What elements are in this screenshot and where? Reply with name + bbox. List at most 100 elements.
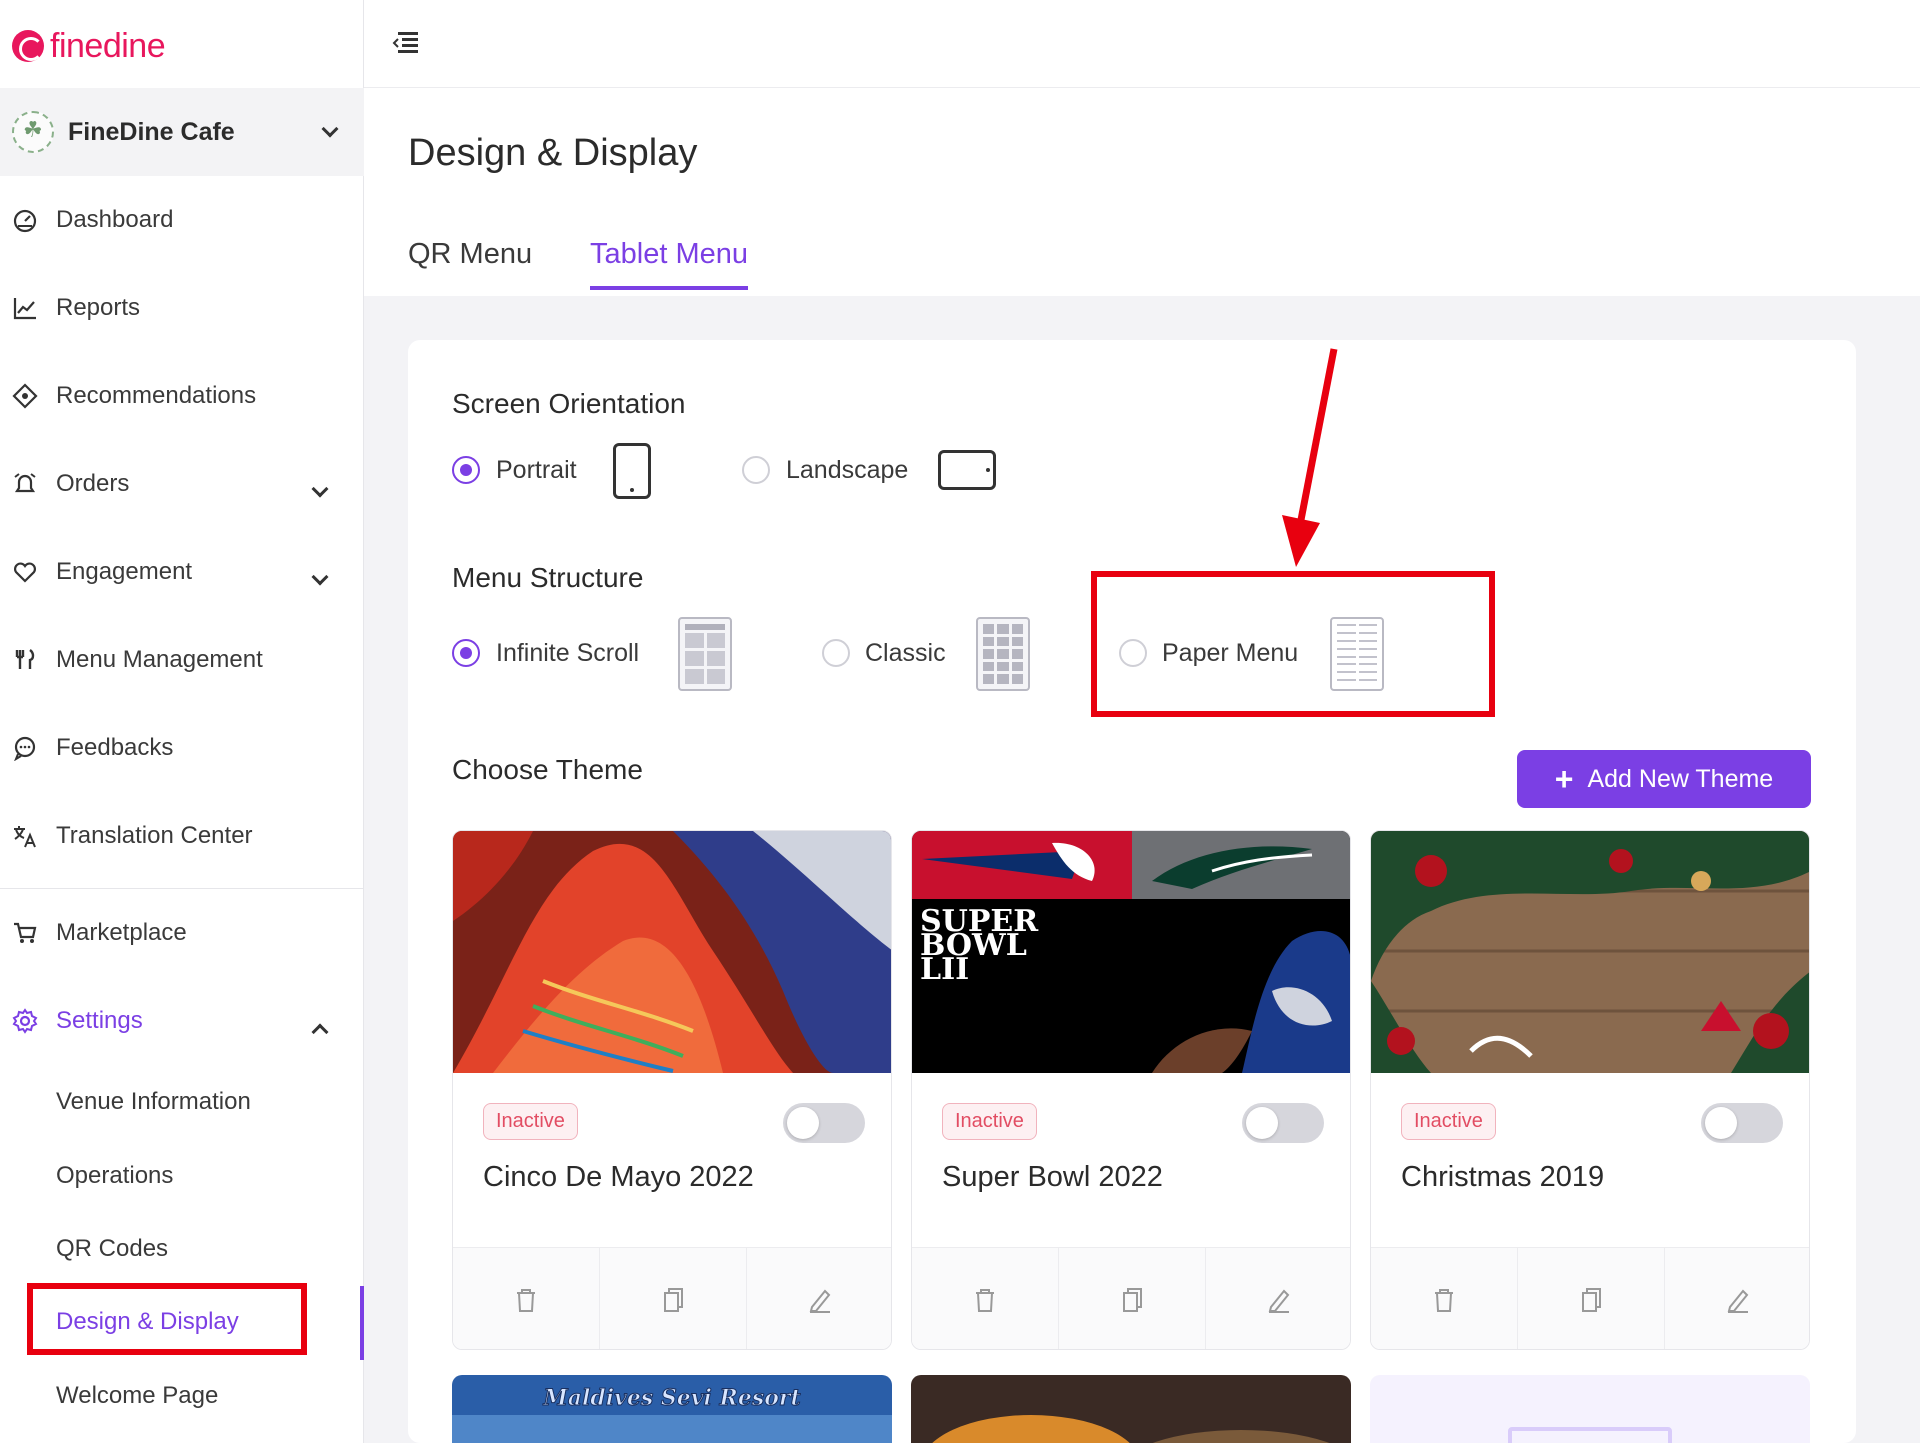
sidebar-item-feedbacks[interactable]: Feedbacks (0, 718, 364, 778)
status-badge: Inactive (1401, 1103, 1496, 1140)
sidebar-item-label: Recommendations (56, 382, 257, 409)
sidebar-subitem-qr-codes[interactable]: QR Codes (56, 1229, 168, 1269)
sidebar-item-marketplace[interactable]: Marketplace (0, 903, 364, 963)
sidebar-item-engagement[interactable]: Engagement (0, 542, 364, 602)
sidebar-item-label: Dashboard (56, 206, 174, 233)
theme-card[interactable]: SUPER BOWL LII Inactive Super Bowl 2022 (911, 830, 1351, 1350)
trash-icon (1435, 1288, 1453, 1312)
sidebar-subitem-operations[interactable]: Operations (56, 1156, 173, 1196)
pencil-icon (809, 1289, 831, 1313)
landscape-radio[interactable] (742, 456, 770, 484)
trash-icon (517, 1288, 535, 1312)
sidebar-item-menu-management[interactable]: Menu Management (0, 630, 364, 690)
venue-selector[interactable]: FineDine Cafe (0, 88, 364, 176)
theme-name: Super Bowl 2022 (942, 1161, 1163, 1193)
sidebar-item-label: Engagement (56, 558, 193, 585)
tab-tablet-menu[interactable]: Tablet Menu (590, 238, 748, 290)
add-new-theme-button[interactable]: + Add New Theme (1517, 750, 1811, 808)
sidebar-item-label: Marketplace (56, 919, 187, 946)
top-bar (364, 0, 1920, 88)
sidebar-item-label: Reports (56, 294, 141, 321)
sidebar-item-label: Translation Center (56, 822, 253, 849)
infinite-scroll-layout-icon (678, 617, 732, 691)
theme-image (453, 831, 891, 1073)
sidebar-divider (0, 888, 364, 889)
finedine-logo-icon (12, 30, 44, 62)
recommendations-icon (12, 383, 38, 409)
theme-card[interactable]: Inactive Cinco De Mayo 2022 (452, 830, 892, 1350)
theme-card[interactable]: Maldives Sevi Resort (452, 1375, 892, 1443)
theme-toggle[interactable] (1242, 1103, 1324, 1143)
tablet-landscape-icon (938, 450, 996, 490)
chat-icon (12, 735, 38, 761)
dashboard-icon (12, 207, 38, 233)
status-badge: Inactive (942, 1103, 1037, 1140)
theme-image: SUPER BOWL LII (912, 831, 1350, 1073)
delete-button[interactable] (453, 1248, 600, 1349)
theme-card[interactable] (911, 1375, 1351, 1443)
landscape-label[interactable]: Landscape (786, 456, 908, 485)
theme-card[interactable]: Inactive Christmas 2019 (1370, 830, 1810, 1350)
venue-logo (12, 111, 54, 153)
sidebar-item-label: Feedbacks (56, 734, 174, 761)
page-title: Design & Display (408, 132, 698, 174)
heart-icon (12, 559, 38, 585)
theme-card-placeholder[interactable] (1370, 1375, 1810, 1443)
edit-button[interactable] (1206, 1248, 1350, 1349)
sidebar-subitem-venue-information[interactable]: Venue Information (56, 1082, 251, 1122)
annotation-highlight-box (27, 1283, 307, 1355)
screen-orientation-label: Screen Orientation (452, 388, 686, 419)
copy-icon (1582, 1287, 1601, 1312)
theme-actions (453, 1247, 891, 1349)
cart-icon (12, 920, 38, 946)
trash-icon (976, 1288, 994, 1312)
edit-button[interactable] (747, 1248, 891, 1349)
theme-toggle[interactable] (1701, 1103, 1783, 1143)
chevron-down-icon (311, 474, 329, 502)
theme-actions (912, 1247, 1350, 1349)
sidebar-item-reports[interactable]: Reports (0, 278, 364, 338)
plus-icon: + (1554, 760, 1574, 797)
menu-toggle-icon[interactable] (392, 32, 418, 54)
choose-theme-label: Choose Theme (452, 754, 643, 785)
theme-name: Christmas 2019 (1401, 1161, 1605, 1193)
delete-button[interactable] (912, 1248, 1059, 1349)
page-header: Design & Display QR Menu Tablet Menu (364, 88, 1920, 296)
classic-label[interactable]: Classic (865, 639, 946, 668)
duplicate-button[interactable] (600, 1248, 747, 1349)
tab-qr-menu[interactable]: QR Menu (408, 238, 532, 290)
sidebar-item-translation-center[interactable]: Translation Center (0, 806, 364, 866)
brand-name: finedine (50, 26, 166, 65)
sidebar-item-settings[interactable]: Settings (0, 991, 364, 1051)
delete-button[interactable] (1371, 1248, 1518, 1349)
sidebar-item-dashboard[interactable]: Dashboard (0, 190, 364, 250)
duplicate-button[interactable] (1059, 1248, 1206, 1349)
finedine-logo[interactable]: finedine (12, 26, 166, 66)
theme-actions (1371, 1247, 1809, 1349)
theme-toggle[interactable] (783, 1103, 865, 1143)
duplicate-button[interactable] (1518, 1248, 1665, 1349)
pencil-icon (1268, 1289, 1290, 1313)
sidebar-item-recommendations[interactable]: Recommendations (0, 366, 364, 426)
theme-image (1371, 831, 1809, 1073)
classic-radio[interactable] (822, 639, 850, 667)
chevron-up-icon (311, 1017, 329, 1045)
theme-image-text: Maldives Sevi Resort (542, 1385, 800, 1411)
annotation-highlight-box (1091, 571, 1495, 717)
edit-button[interactable] (1665, 1248, 1809, 1349)
annotation-arrow-icon (1282, 348, 1338, 567)
status-badge: Inactive (483, 1103, 578, 1140)
infinite-scroll-label[interactable]: Infinite Scroll (496, 639, 639, 668)
menu-structure-label: Menu Structure (452, 562, 644, 593)
classic-layout-icon (976, 617, 1030, 691)
sidebar-item-orders[interactable]: Orders (0, 454, 364, 514)
fork-knife-icon (12, 647, 38, 673)
add-new-theme-label: Add New Theme (1587, 764, 1774, 793)
chevron-down-icon (321, 120, 339, 140)
sidebar-subitem-welcome-page[interactable]: Welcome Page (56, 1376, 218, 1416)
sidebar-item-label: Menu Management (56, 646, 263, 673)
portrait-label[interactable]: Portrait (496, 456, 577, 485)
portrait-radio[interactable] (452, 456, 480, 484)
venue-name: FineDine Cafe (68, 117, 235, 146)
infinite-scroll-radio[interactable] (452, 639, 480, 667)
